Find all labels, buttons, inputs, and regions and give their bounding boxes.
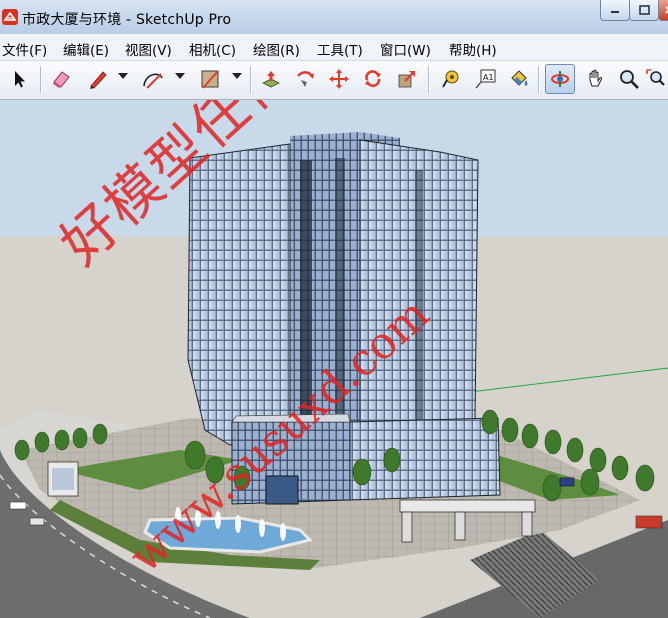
large-toolset-toolbar: A1 — [0, 61, 668, 100]
scale-tool-button[interactable] — [392, 64, 422, 94]
chevron-down-icon — [232, 73, 242, 79]
minimize-button[interactable] — [600, 0, 630, 21]
arc-tool-button[interactable] — [138, 64, 168, 94]
eraser-tool-button[interactable] — [46, 64, 76, 94]
toolbar-separator — [250, 66, 252, 93]
car — [559, 477, 575, 487]
pan-tool-button[interactable] — [580, 64, 610, 94]
window-title: 市政大厦与环境 - SketchUp Pro — [22, 12, 232, 28]
minimize-icon — [611, 11, 619, 13]
bus — [635, 515, 663, 529]
pencil-icon — [90, 71, 107, 89]
menu-camera[interactable]: 相机(C) — [189, 39, 236, 59]
zoom-tool-button[interactable] — [614, 64, 644, 94]
maximize-button[interactable] — [629, 0, 659, 21]
arrow-icon — [15, 71, 25, 88]
menu-tools[interactable]: 工具(T) — [317, 39, 363, 59]
menu-help[interactable]: 帮助(H) — [449, 39, 497, 59]
modeling-viewport[interactable]: 好模型任你下 www.susuxd.com — [0, 100, 668, 618]
orbit-icon — [551, 71, 569, 87]
orbit-tool-button[interactable] — [545, 64, 575, 94]
title-bar: 市政大厦与环境 - SketchUp Pro — [0, 0, 668, 34]
text-label-icon: A1 — [475, 69, 496, 89]
follow-me-tool-button[interactable] — [290, 64, 320, 94]
menu-bar: 文件(F) 编辑(E) 视图(V) 相机(C) 绘图(R) 工具(T) 窗口(W… — [0, 34, 668, 61]
text-tool-button[interactable]: A1 — [470, 64, 500, 94]
arc-icon — [143, 73, 163, 89]
magnifier-icon — [620, 70, 639, 89]
toolbar-separator — [538, 66, 540, 93]
main-entrance — [265, 475, 299, 505]
car — [9, 501, 27, 510]
zoom-extents-tool-button[interactable] — [644, 64, 668, 94]
menu-edit[interactable]: 编辑(E) — [63, 39, 109, 59]
maximize-icon — [638, 5, 650, 15]
line-tool-dropdown[interactable] — [117, 73, 129, 83]
menu-draw[interactable]: 绘图(R) — [253, 39, 300, 59]
toolbar-separator — [40, 66, 42, 93]
tape-measure-tool-button[interactable] — [436, 64, 466, 94]
text-tool-label: A1 — [483, 73, 494, 82]
scale-icon — [398, 71, 415, 88]
rectangle-tool-dropdown[interactable] — [231, 73, 243, 83]
move-tool-button[interactable] — [324, 64, 354, 94]
rotate-icon — [365, 70, 381, 88]
move-icon — [329, 69, 349, 89]
tape-measure-icon — [442, 70, 459, 88]
paint-bucket-tool-button[interactable] — [504, 64, 534, 94]
tower-left-wing — [187, 143, 291, 446]
follow-me-icon — [297, 71, 314, 87]
line-tool-button[interactable] — [83, 64, 113, 94]
push-pull-icon — [262, 71, 280, 88]
hand-icon — [589, 69, 603, 87]
left-entrance-gate — [47, 461, 79, 497]
eraser-icon — [53, 71, 70, 88]
close-button[interactable] — [658, 0, 668, 21]
rectangle-icon — [201, 70, 219, 89]
menu-view[interactable]: 视图(V) — [125, 39, 172, 59]
sketchup-logo-icon — [2, 9, 18, 25]
car — [29, 517, 45, 526]
podium-right — [349, 417, 501, 501]
menu-file[interactable]: 文件(F) — [2, 39, 47, 59]
push-pull-tool-button[interactable] — [256, 64, 286, 94]
arc-tool-dropdown[interactable] — [174, 73, 186, 83]
toolbar-separator — [428, 66, 430, 93]
menu-window[interactable]: 窗口(W) — [380, 39, 431, 59]
select-tool-button[interactable] — [4, 64, 34, 94]
zoom-extents-icon — [646, 69, 665, 86]
chevron-down-icon — [118, 73, 128, 79]
chevron-down-icon — [175, 73, 185, 79]
paint-bucket-icon — [511, 70, 528, 86]
rectangle-tool-button[interactable] — [195, 64, 225, 94]
rotate-tool-button[interactable] — [358, 64, 388, 94]
close-icon — [665, 6, 668, 14]
